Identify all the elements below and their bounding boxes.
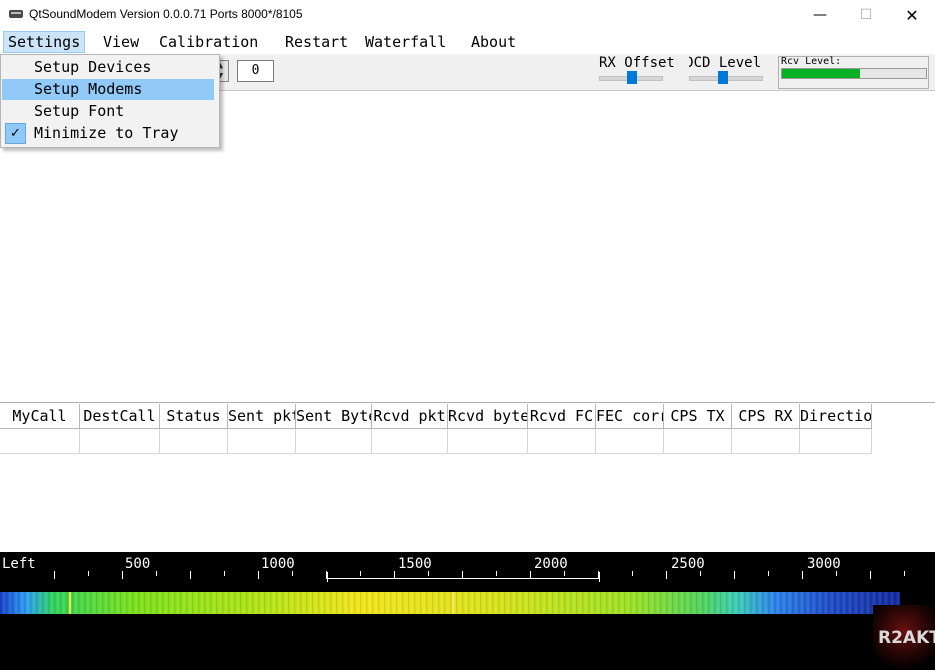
table-cell[interactable] [372, 429, 448, 454]
dcd-level-slider-thumb[interactable] [718, 71, 728, 84]
menu-item-setup-devices[interactable]: Setup Devices [2, 57, 214, 78]
table-header-status[interactable]: Status [160, 404, 228, 429]
menu-item-label: Setup Modems [34, 80, 143, 98]
table-cell[interactable] [0, 429, 80, 454]
scale-tick [326, 571, 327, 579]
table-header-rcvd-pkt[interactable]: Rcvd pkt [372, 404, 448, 429]
window-title: QtSoundModem Version 0.0.0.71 Ports 8000… [29, 7, 303, 21]
table-header-destcall[interactable]: DestCall [80, 404, 160, 429]
scale-tick [870, 571, 871, 579]
scale-tick [700, 571, 701, 576]
menu-item-label: Minimize to Tray [34, 124, 179, 142]
close-button[interactable]: ✕ [889, 0, 935, 30]
scale-tick [734, 571, 735, 579]
minimize-button[interactable]: — [797, 0, 843, 30]
rcv-level-label: Rcv Level: [781, 56, 842, 67]
table-header-rcvd-bytes[interactable]: Rcvd bytes [448, 404, 528, 429]
scale-tick [190, 571, 191, 579]
scale-tick [122, 571, 123, 579]
spectrum-line-marker [69, 592, 71, 614]
scale-tick [564, 571, 565, 576]
table-header-sent-bytes[interactable]: Sent Bytes [296, 404, 372, 429]
table-header-sent-pkt[interactable]: Sent pkt [228, 404, 296, 429]
table-header-fec-corr[interactable]: FEC corr [596, 404, 664, 429]
r2akt-logo-text: R2AKT [878, 628, 935, 648]
scale-tick [292, 571, 293, 576]
bandwidth-left-edge [327, 572, 328, 582]
menu-about[interactable]: About [467, 31, 520, 52]
scale-label-1500: 1500 [398, 556, 432, 572]
scale-tick [462, 571, 463, 579]
menu-waterfall[interactable]: Waterfall [361, 31, 450, 52]
menu-restart[interactable]: Restart [281, 31, 352, 52]
table-cell[interactable] [228, 429, 296, 454]
table-header-direction[interactable]: Direction [800, 404, 872, 429]
table-cell[interactable] [80, 429, 160, 454]
scale-tick [428, 571, 429, 576]
app-icon [9, 10, 23, 18]
table-cell[interactable] [448, 429, 528, 454]
table-header-cps-rx[interactable]: CPS RX [732, 404, 800, 429]
table-cell[interactable] [800, 429, 872, 454]
scale-tick [802, 571, 803, 579]
table-cell[interactable] [528, 429, 596, 454]
table-header-rcvd-fc[interactable]: Rcvd FC [528, 404, 596, 429]
menu-settings[interactable]: Settings [3, 31, 86, 53]
scale-tick [360, 571, 361, 576]
scale-tick [632, 571, 633, 576]
bandwidth-indicator [327, 578, 600, 579]
table-cell[interactable] [296, 429, 372, 454]
menu-item-label: Setup Devices [34, 58, 152, 76]
menu-item-setup-font[interactable]: Setup Font [2, 101, 214, 122]
scale-tick [224, 571, 225, 576]
table-header-mycall[interactable]: MyCall [0, 404, 80, 429]
dcd-level-label-text: DCD Level [689, 55, 761, 71]
rcv-level-bar [782, 69, 860, 78]
menu-item-label: Setup Font [34, 102, 125, 120]
scale-left-label: Left [2, 556, 36, 572]
table-cell[interactable] [664, 429, 732, 454]
table-header-cps-tx[interactable]: CPS TX [664, 404, 732, 429]
scale-tick [768, 571, 769, 576]
scale-tick [904, 571, 905, 576]
scale-tick [156, 571, 157, 576]
scale-tick [836, 571, 837, 576]
scale-tick [54, 571, 55, 579]
scale-tick [530, 571, 531, 579]
rx-offset-label: RX Offset [599, 55, 675, 71]
scale-label-2500: 2500 [671, 556, 705, 572]
spectrum-line-marker [452, 592, 454, 614]
scale-label-2000: 2000 [534, 556, 568, 572]
scale-label-3000: 3000 [807, 556, 841, 572]
table-cell[interactable] [160, 429, 228, 454]
scale-tick [258, 571, 259, 579]
dcd-level-label: DCD Level [689, 55, 761, 71]
menu-calibration[interactable]: Calibration [155, 31, 262, 52]
table-cell[interactable] [732, 429, 800, 454]
spin-value-field[interactable]: 0 [237, 60, 274, 82]
scale-label-500: 500 [125, 556, 151, 572]
scale-tick [394, 571, 395, 579]
menu-item-setup-modems[interactable]: Setup Modems [2, 79, 214, 100]
scale-tick [598, 571, 599, 579]
checkmark-icon: ✓ [5, 123, 26, 144]
scale-label-1000: 1000 [261, 556, 295, 572]
scale-tick [666, 571, 667, 579]
maximize-button[interactable]: ☐ [843, 0, 889, 30]
waterfall-noise [0, 592, 900, 614]
menu-item-minimize-to-tray[interactable]: Minimize to Tray [2, 123, 214, 144]
scale-tick [88, 571, 89, 576]
scale-tick [496, 571, 497, 576]
table-cell[interactable] [596, 429, 664, 454]
rx-offset-slider-thumb[interactable] [627, 71, 637, 84]
menu-view[interactable]: View [99, 31, 143, 52]
bandwidth-right-edge [599, 572, 600, 582]
